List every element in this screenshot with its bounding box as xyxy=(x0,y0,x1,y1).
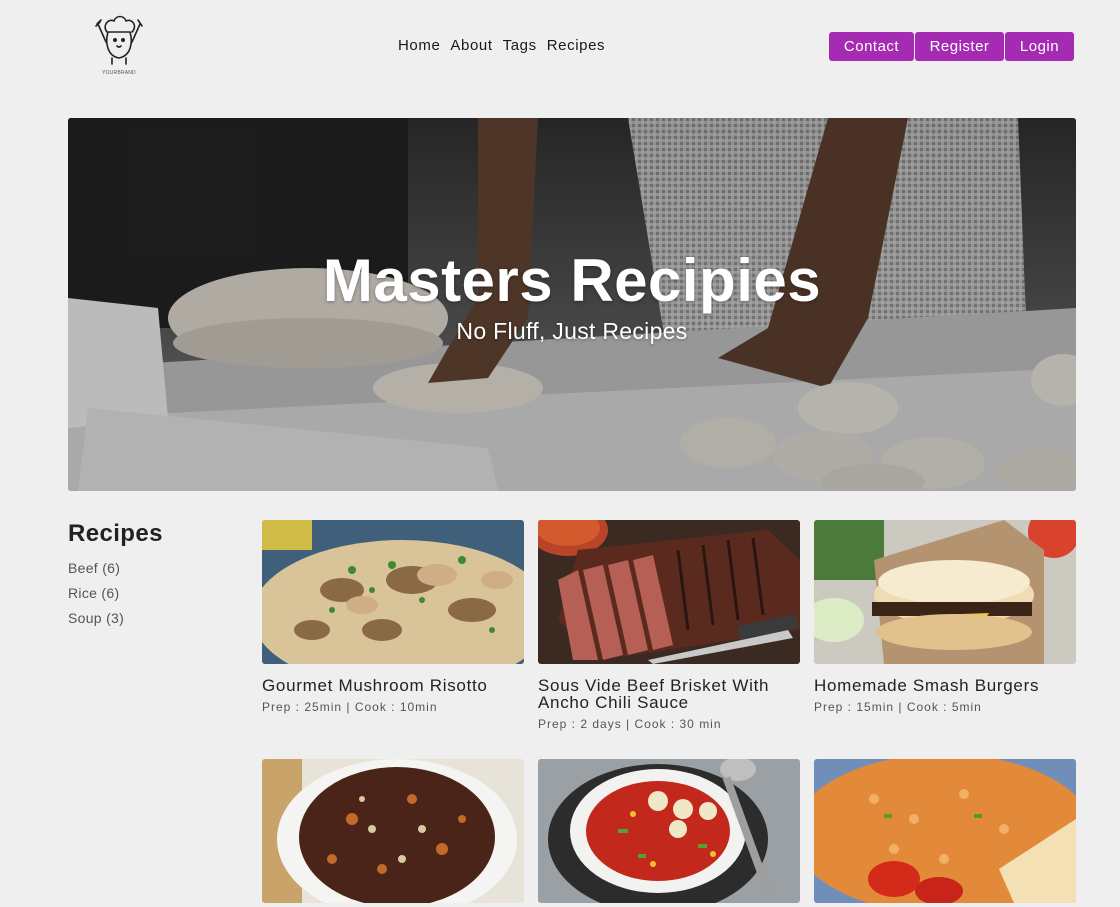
nav-about[interactable]: About xyxy=(450,37,492,54)
recipe-card[interactable] xyxy=(814,759,1076,907)
recipe-card[interactable]: Gourmet Mushroom Risotto Prep : 25min | … xyxy=(262,520,524,714)
category-rice[interactable]: Rice (6) xyxy=(68,585,124,610)
category-beef[interactable]: Beef (6) xyxy=(68,560,124,585)
brisket-image xyxy=(538,520,800,664)
contact-button[interactable]: Contact xyxy=(829,32,914,61)
recipe-image[interactable] xyxy=(262,520,524,664)
recipe-card[interactable] xyxy=(538,759,800,907)
category-list: Beef (6) Rice (6) Soup (3) xyxy=(68,560,124,635)
recipe-card[interactable]: Homemade Smash Burgers Prep : 15min | Co… xyxy=(814,520,1076,714)
brand-logo-text: YOURBRAND xyxy=(102,70,136,76)
hero-title: Masters Recipies xyxy=(322,247,822,314)
soup-image xyxy=(538,759,800,903)
recipe-image[interactable] xyxy=(814,759,1076,903)
recipe-image[interactable] xyxy=(814,520,1076,664)
risotto-image xyxy=(262,520,524,664)
nav-home[interactable]: Home xyxy=(398,37,440,54)
recipe-title[interactable]: Sous Vide Beef Brisket With Ancho Chili … xyxy=(538,677,800,711)
hero-subtitle: No Fluff, Just Recipes xyxy=(456,318,688,344)
nav-tags[interactable]: Tags xyxy=(503,37,537,54)
recipe-image[interactable] xyxy=(538,759,800,903)
recipe-card[interactable]: Sous Vide Beef Brisket With Ancho Chili … xyxy=(538,520,800,731)
recipe-image[interactable] xyxy=(538,520,800,664)
recipe-image[interactable] xyxy=(262,759,524,903)
sidebar-title: Recipes xyxy=(68,520,163,547)
category-soup[interactable]: Soup (3) xyxy=(68,610,124,635)
recipe-time: Prep : 25min | Cook : 10min xyxy=(262,700,438,714)
main-nav: Home About Tags Recipes xyxy=(398,37,605,54)
nav-recipes[interactable]: Recipes xyxy=(547,37,605,54)
recipe-time: Prep : 15min | Cook : 5min xyxy=(814,700,982,714)
hero-banner: Masters Recipies No Fluff, Just Recipes xyxy=(68,118,1076,491)
login-button[interactable]: Login xyxy=(1005,32,1074,61)
recipe-title[interactable]: Homemade Smash Burgers xyxy=(814,677,1076,694)
beef-stew-image xyxy=(262,759,524,903)
recipe-title[interactable]: Gourmet Mushroom Risotto xyxy=(262,677,524,694)
register-button[interactable]: Register xyxy=(915,32,1004,61)
burger-image xyxy=(814,520,1076,664)
auth-buttons: Contact Register Login xyxy=(829,32,1074,61)
brand-logo[interactable]: YOURBRAND xyxy=(92,12,146,80)
mexican-rice-image xyxy=(814,759,1076,903)
recipe-card[interactable] xyxy=(262,759,524,907)
chef-logo-icon xyxy=(95,15,143,65)
recipe-time: Prep : 2 days | Cook : 30 min xyxy=(538,717,722,731)
